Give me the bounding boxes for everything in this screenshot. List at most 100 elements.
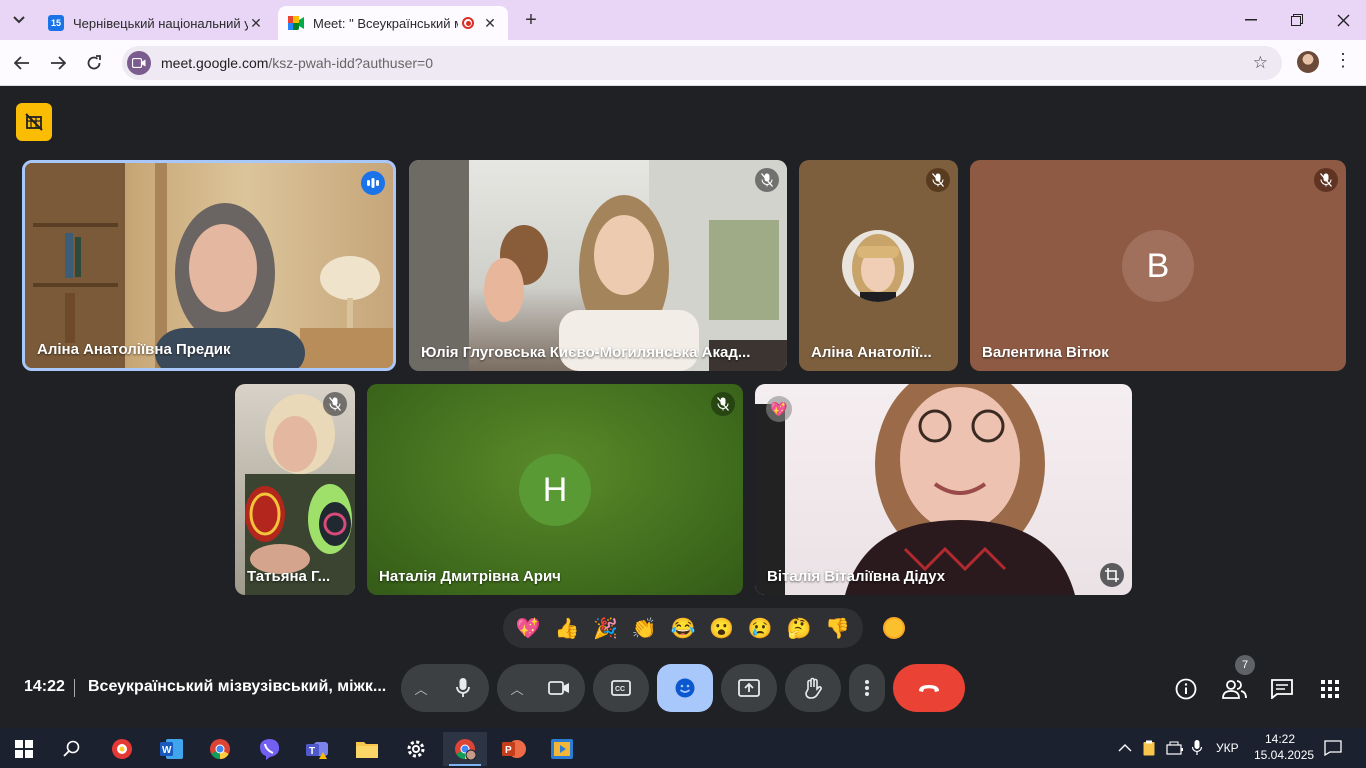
participant-tile[interactable]: Н Наталія Дмитрівна Арич [367, 384, 743, 595]
avatar: Н [519, 454, 591, 526]
calendar-favicon-icon: 15 [48, 15, 64, 31]
raise-hand-button[interactable] [785, 664, 841, 712]
tab-university[interactable]: 15 Чернівецький національний у ✕ [38, 6, 274, 40]
meet-stage: Аліна Анатоліївна Предик Юлія Глуговська… [0, 87, 1366, 728]
reaction-thumbs-down[interactable]: 👎 [820, 616, 856, 641]
meeting-clock: 14:22 [24, 678, 65, 695]
notifications-icon[interactable] [1324, 728, 1342, 768]
svg-text:W: W [162, 745, 172, 756]
battery-network-icon[interactable] [1166, 728, 1184, 768]
participant-tile[interactable]: В Валентина Вітюк [970, 160, 1346, 371]
camera-button[interactable] [535, 664, 583, 712]
reaction-heart[interactable]: 💖 [510, 616, 546, 641]
restore-icon[interactable] [1274, 0, 1320, 40]
end-call-button[interactable] [893, 664, 965, 712]
tab-close-icon[interactable]: ✕ [248, 15, 264, 32]
taskbar-time: 14:22 [1264, 732, 1296, 746]
participant-tile[interactable]: 💖 Віталія Віталіївна Дідух [755, 384, 1132, 595]
recording-icon [462, 17, 474, 29]
muted-mic-icon [1314, 168, 1338, 192]
participant-name: Аліна Анатолії... [811, 344, 932, 361]
word-icon[interactable]: W [150, 732, 194, 766]
settings-icon[interactable] [394, 732, 438, 766]
address-bar[interactable]: meet.google.com/ksz-pwah-idd?authuser=0 … [122, 46, 1282, 80]
video-feed-person [755, 384, 1075, 595]
teams-icon[interactable]: T [296, 732, 340, 766]
reaction-party[interactable]: 🎉 [588, 616, 624, 641]
avatar [842, 230, 914, 302]
taskbar-date: 15.04.2025 [1254, 748, 1315, 762]
search-icon[interactable] [50, 732, 94, 766]
forward-icon[interactable] [45, 50, 71, 76]
activities-grid-icon[interactable] [1316, 675, 1344, 703]
tab-close-icon[interactable]: ✕ [482, 15, 498, 32]
reaction-thumbs-up[interactable]: 👍 [549, 616, 585, 641]
reactions-bar: 💖 👍 🎉 👏 😂 😮 😢 🤔 👎 [503, 608, 863, 648]
participant-name: Валентина Вітюк [982, 344, 1109, 361]
microphone-tray-icon[interactable] [1192, 728, 1202, 768]
reaction-sad[interactable]: 😢 [742, 616, 778, 641]
camera-options-chevron-icon[interactable]: ︿ [499, 679, 535, 698]
mic-button[interactable] [439, 664, 487, 712]
reaction-badge: 💖 [766, 396, 792, 422]
people-icon[interactable] [1220, 675, 1248, 703]
participant-tile[interactable]: Аліна Анатоліївна Предик [22, 160, 396, 371]
more-options-button[interactable] [849, 664, 885, 712]
reaction-clap[interactable]: 👏 [626, 616, 662, 641]
profile-avatar[interactable] [1297, 51, 1319, 73]
site-info-camera-icon[interactable] [127, 51, 151, 75]
chrome-profile-icon[interactable] [443, 732, 487, 766]
tray-chevron-icon[interactable] [1118, 728, 1132, 768]
svg-text:CC: CC [615, 686, 625, 693]
meet-favicon-icon [288, 15, 304, 31]
reaction-surprised[interactable]: 😮 [704, 616, 740, 641]
powerpoint-icon[interactable]: P [492, 732, 536, 766]
reload-icon[interactable] [81, 50, 107, 76]
skin-tone-picker[interactable] [883, 617, 905, 639]
taskbar-clock[interactable]: 14:22 15.04.2025 [1254, 731, 1315, 763]
reaction-laugh[interactable]: 😂 [665, 616, 701, 641]
participant-name: Віталія Віталіївна Дідух [767, 568, 946, 585]
svg-text:T: T [309, 746, 315, 757]
file-explorer-icon[interactable] [345, 732, 389, 766]
video-player-icon[interactable] [540, 732, 584, 766]
avatar: В [1122, 230, 1194, 302]
new-tab-icon[interactable]: + [520, 9, 542, 32]
chat-icon[interactable] [1268, 675, 1296, 703]
reaction-thinking[interactable]: 🤔 [781, 616, 817, 641]
viber-icon[interactable] [247, 732, 291, 766]
crop-frame-icon[interactable] [1100, 563, 1124, 587]
reactions-button[interactable] [657, 664, 713, 712]
clipboard-icon[interactable] [1143, 728, 1155, 768]
present-screen-button[interactable] [721, 664, 777, 712]
speaking-indicator-icon [361, 171, 385, 195]
participant-name: Аліна Анатоліївна Предик [37, 341, 231, 358]
meeting-title: Всеукраїнський мізвузівський, міжк... [88, 678, 387, 695]
video-feed-room [409, 160, 787, 371]
muted-mic-icon [755, 168, 779, 192]
start-icon[interactable] [2, 732, 46, 766]
hidden-video-toggle-icon[interactable] [16, 103, 52, 141]
close-window-icon[interactable] [1320, 0, 1366, 40]
participant-tile[interactable]: Татьяна Г... [235, 384, 355, 595]
muted-mic-icon [323, 392, 347, 416]
participant-name: Татьяна Г... [247, 568, 331, 585]
participant-tile[interactable]: Аліна Анатолії... [799, 160, 958, 371]
camera-control-group: ︿ [497, 664, 585, 712]
bookmark-star-icon[interactable]: ☆ [1253, 53, 1268, 73]
participant-name: Юлія Глуговська Києво-Могилянська Акад..… [421, 344, 751, 361]
meeting-info-icon[interactable] [1172, 675, 1200, 703]
browser-menu-icon[interactable]: ⋮ [1334, 50, 1352, 71]
tab-meet[interactable]: Meet: " Всеукраїнський міз ✕ [278, 6, 508, 40]
mic-options-chevron-icon[interactable]: ︿ [403, 679, 439, 698]
captions-button[interactable]: CC [593, 664, 649, 712]
language-indicator[interactable]: УКР [1216, 728, 1239, 768]
participant-tile[interactable]: Юлія Глуговська Києво-Могилянська Акад..… [409, 160, 787, 371]
footer-divider [74, 679, 75, 697]
tab-search-chevron-icon[interactable] [6, 8, 32, 32]
chrome-icon[interactable] [198, 732, 242, 766]
yandex-browser-icon[interactable] [100, 732, 144, 766]
minimize-icon[interactable] [1228, 0, 1274, 40]
windows-taskbar: W T P УКР 14:22 15.04.2025 [0, 728, 1366, 768]
back-icon[interactable] [9, 50, 35, 76]
